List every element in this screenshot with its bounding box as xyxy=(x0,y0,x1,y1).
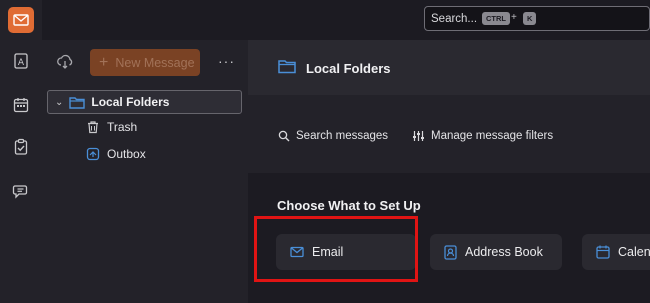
setup-calendar-label: Calen xyxy=(618,245,650,259)
new-message-button[interactable]: + New Message xyxy=(90,49,200,76)
manage-filters-button[interactable]: Manage message filters xyxy=(412,130,553,142)
page-title: Local Folders xyxy=(306,61,391,76)
folder-pane: + New Message ··· ⌄ Local Folders Trash … xyxy=(42,40,248,303)
calendar-icon xyxy=(596,245,610,259)
spaces-toolbar: A xyxy=(0,0,42,303)
setup-calendar-button[interactable]: Calen xyxy=(582,234,650,270)
trash-icon xyxy=(88,121,98,134)
address-book-space-button[interactable]: A xyxy=(8,48,34,74)
search-placeholder: Search... xyxy=(431,13,478,25)
plus-icon: + xyxy=(99,53,109,71)
mail-space-button[interactable] xyxy=(8,7,34,33)
envelope-icon xyxy=(13,14,29,26)
get-messages-icon[interactable] xyxy=(56,54,74,73)
chat-icon xyxy=(12,185,28,199)
search-icon xyxy=(278,130,290,142)
svg-text:A: A xyxy=(18,58,25,68)
tasks-icon xyxy=(14,138,28,155)
folder-label: Trash xyxy=(107,120,138,134)
address-book-icon: A xyxy=(14,53,28,69)
more-menu-button[interactable]: ··· xyxy=(218,53,235,69)
new-message-label: New Message xyxy=(115,55,195,70)
calendar-space-button[interactable] xyxy=(8,92,34,118)
outbox-icon xyxy=(86,147,100,161)
global-search-input[interactable]: Search... CTRL + K xyxy=(424,6,650,31)
calendar-icon xyxy=(13,98,29,113)
highlight-box xyxy=(254,216,418,282)
filter-sliders-icon xyxy=(413,131,424,141)
folder-icon xyxy=(69,96,86,109)
search-messages-button[interactable]: Search messages xyxy=(278,130,388,142)
folder-label: Local Folders xyxy=(91,95,170,109)
chat-space-button[interactable] xyxy=(8,178,34,204)
tasks-space-button[interactable] xyxy=(8,134,34,160)
shortcut-ctrl-key: CTRL xyxy=(482,12,510,25)
folder-label: Outbox xyxy=(107,147,146,161)
setup-address-book-button[interactable]: Address Book xyxy=(430,234,562,270)
shortcut-plus: + xyxy=(511,12,517,23)
setup-address-book-label: Address Book xyxy=(465,245,543,259)
search-messages-label: Search messages xyxy=(296,130,389,142)
folder-header: Local Folders xyxy=(248,40,650,95)
folder-item-local-folders[interactable]: ⌄ Local Folders xyxy=(47,90,242,114)
shortcut-k-key: K xyxy=(523,12,537,25)
address-book-icon xyxy=(444,244,457,260)
folder-icon xyxy=(278,59,296,77)
setup-heading: Choose What to Set Up xyxy=(277,198,421,213)
manage-filters-label: Manage message filters xyxy=(431,130,554,142)
folder-item-trash[interactable]: Trash xyxy=(86,120,137,134)
folder-item-outbox[interactable]: Outbox xyxy=(86,147,146,161)
chevron-down-icon[interactable]: ⌄ xyxy=(55,97,63,108)
